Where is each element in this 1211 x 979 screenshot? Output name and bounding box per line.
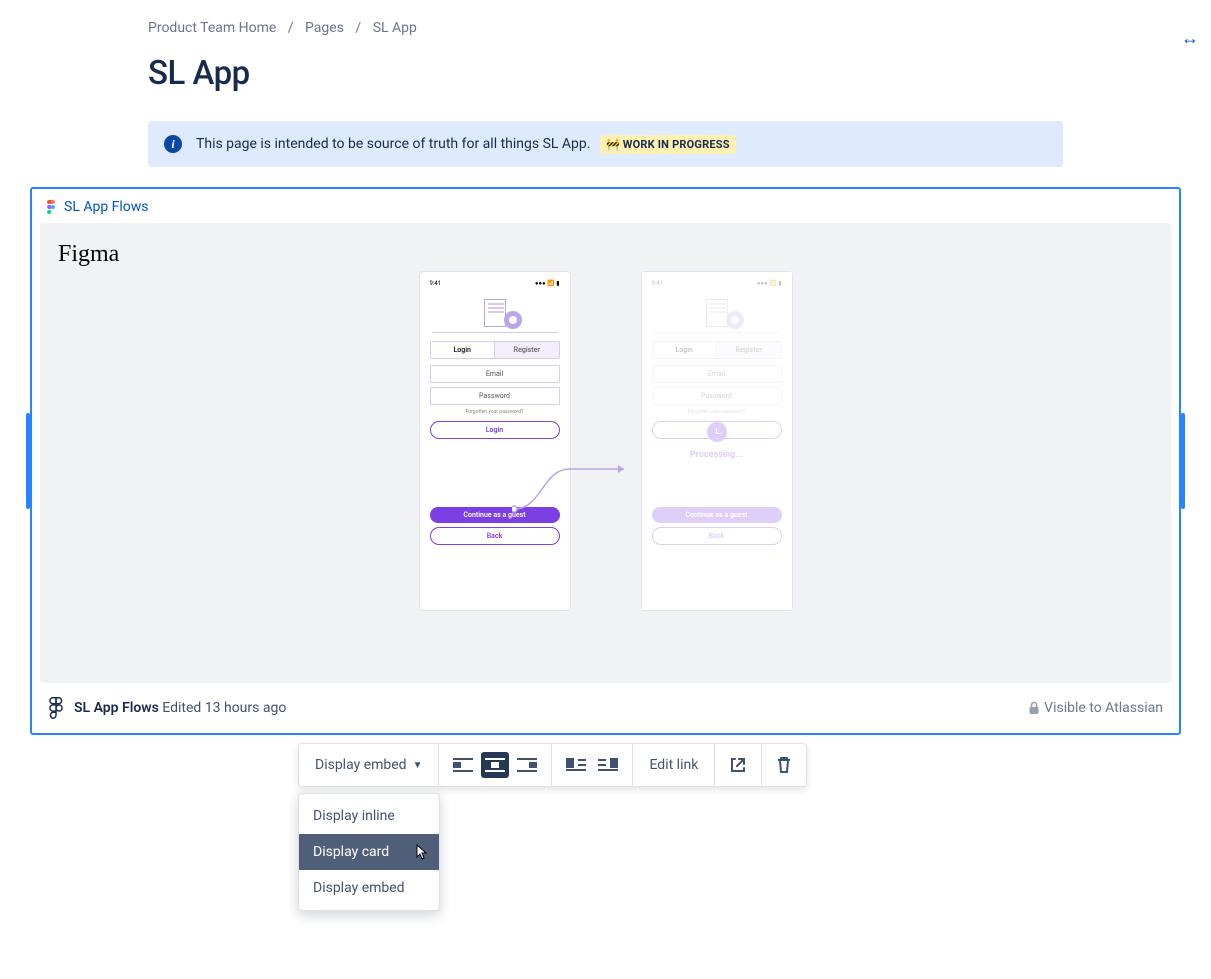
figma-embed-card[interactable]: SL App Flows Figma 9:41●●● 📶 ▮ Login Reg…: [30, 187, 1181, 735]
embed-header: SL App Flows: [32, 189, 1179, 223]
menu-item-display-inline[interactable]: Display inline: [299, 798, 439, 834]
figma-canvas[interactable]: Figma 9:41●●● 📶 ▮ Login Register Email: [40, 223, 1171, 683]
figma-icon: [48, 697, 64, 719]
embed-footer: SL App Flows Edited 13 hours ago Visible…: [32, 683, 1179, 733]
embed-toolbar: Display embed ▼ Edit link: [298, 743, 807, 787]
display-mode-menu: Display inline Display card Display embe…: [298, 793, 440, 911]
clock-icon: [707, 422, 727, 442]
page-title: SL App: [148, 54, 1063, 93]
embed-edited-time: Edited 13 hours ago: [162, 700, 286, 716]
embed-title-link[interactable]: SL App Flows: [64, 199, 149, 215]
external-link-icon: [729, 756, 747, 774]
figma-icon: [44, 200, 58, 214]
breadcrumb-item[interactable]: Product Team Home: [148, 20, 276, 36]
resize-handle-left[interactable]: [26, 413, 30, 509]
breadcrumb-item[interactable]: SL App: [373, 20, 417, 36]
embed-file-name: SL App Flows: [74, 700, 159, 716]
align-center-button[interactable]: [481, 752, 509, 778]
work-in-progress-badge: 🚧 WORK IN PROGRESS: [600, 135, 736, 154]
edit-link-button[interactable]: Edit link: [643, 757, 704, 773]
mockup-login-screen: 9:41●●● 📶 ▮ Login Register Email Passwor…: [419, 271, 571, 611]
info-panel-text: This page is intended to be source of tr…: [196, 136, 736, 152]
display-mode-dropdown[interactable]: Display embed ▼: [309, 757, 428, 773]
wrap-left-button[interactable]: [562, 752, 590, 778]
info-panel: i This page is intended to be source of …: [148, 121, 1063, 167]
align-left-button[interactable]: [449, 752, 477, 778]
wrap-right-button[interactable]: [594, 752, 622, 778]
info-icon: i: [164, 135, 182, 153]
cursor-icon: [413, 843, 429, 861]
breadcrumb: Product Team Home / Pages / SL App: [148, 20, 1063, 36]
menu-item-display-card[interactable]: Display card: [299, 834, 439, 870]
breadcrumb-separator: /: [288, 20, 294, 36]
chevron-down-icon: ▼: [413, 760, 423, 771]
delete-button[interactable]: [772, 750, 796, 780]
lock-icon: [1028, 701, 1040, 715]
flow-arrow: [512, 463, 632, 513]
trash-icon: [776, 756, 792, 774]
menu-item-display-embed[interactable]: Display embed: [299, 870, 439, 906]
breadcrumb-item[interactable]: Pages: [305, 20, 344, 36]
open-external-button[interactable]: [725, 750, 751, 780]
align-right-button[interactable]: [513, 752, 541, 778]
mockup-processing-screen: 9:41●●● 📶 ▮ LoginRegister Email Password…: [641, 271, 793, 611]
breadcrumb-separator: /: [355, 20, 361, 36]
visibility-label: Visible to Atlassian: [1028, 700, 1163, 716]
resize-handle-right[interactable]: [1181, 413, 1185, 509]
